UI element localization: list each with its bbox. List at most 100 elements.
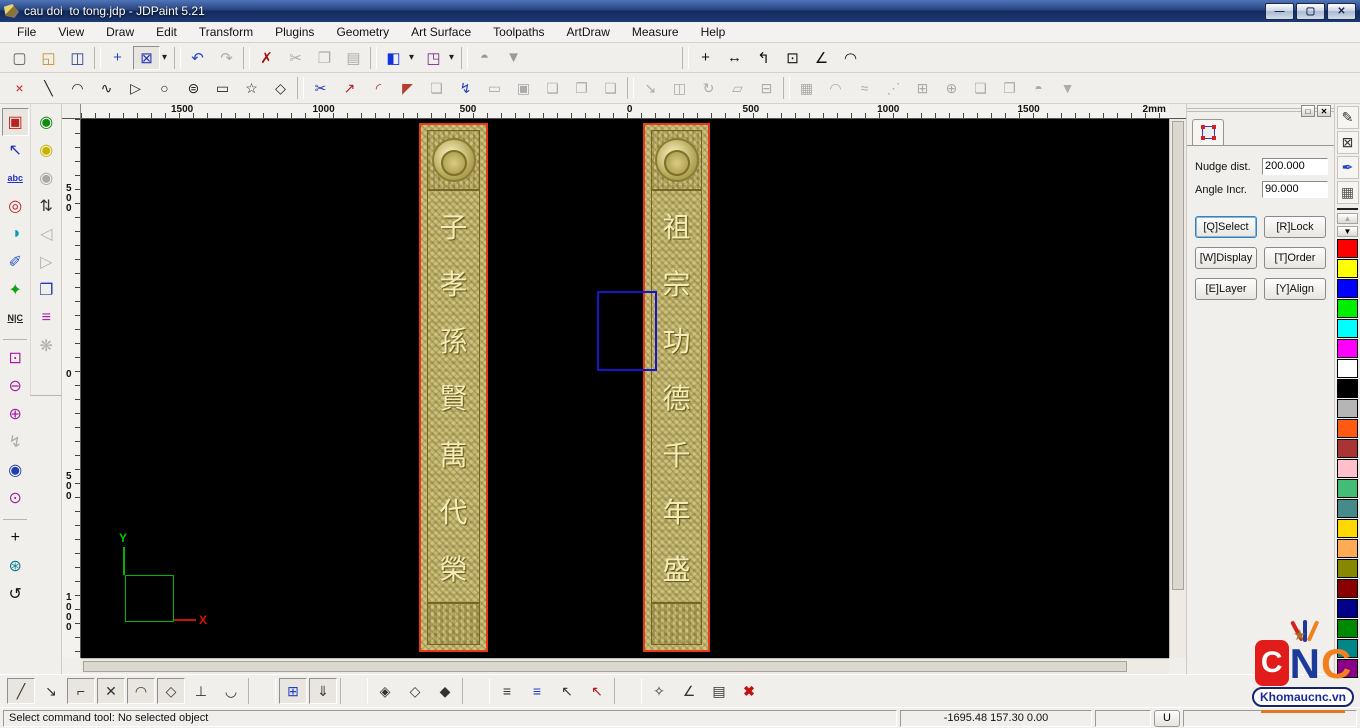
maximize-button[interactable]: ▢	[1296, 2, 1325, 20]
fill-select-icon[interactable]: ⊠	[1336, 131, 1359, 154]
color-swatch[interactable]	[1337, 519, 1358, 538]
pan-tool-icon[interactable]: +	[2, 524, 29, 552]
menu-artdraw[interactable]: ArtDraw	[556, 22, 621, 42]
color-swatch[interactable]	[1337, 239, 1358, 258]
color-swatch[interactable]	[1337, 559, 1358, 578]
mirror-copy-icon[interactable]: ◫	[666, 76, 693, 100]
move-copy-icon[interactable]: ↘	[637, 76, 664, 100]
menu-geometry[interactable]: Geometry	[325, 22, 400, 42]
couplet-banner-left[interactable]: 子孝孫賢萬代榮	[419, 123, 488, 652]
snap-corner-icon[interactable]: ⌐	[67, 678, 95, 704]
new-file-icon[interactable]: ▢	[6, 46, 33, 70]
menu-art-surface[interactable]: Art Surface	[400, 22, 482, 42]
current-color-swatch[interactable]	[1337, 208, 1358, 210]
snap-intersection-icon[interactable]: ✕	[97, 678, 125, 704]
color-swatch[interactable]	[1337, 539, 1358, 558]
snap-quadrant-icon[interactable]: ◇	[157, 678, 185, 704]
relief-body-icon[interactable]: ▼	[1054, 76, 1081, 100]
pen-color-icon[interactable]: ✎	[1336, 106, 1359, 129]
color-swatch[interactable]	[1337, 599, 1358, 618]
snap-tangent-icon[interactable]: ◡	[217, 678, 245, 704]
pick-box-icon[interactable]: ⊠	[133, 45, 160, 70]
selection-rectangle[interactable]	[597, 291, 657, 371]
slot-icon[interactable]: ▭	[481, 76, 508, 100]
palette-scroll-up[interactable]: ▲	[1337, 213, 1358, 224]
draw-spline-icon[interactable]: ∿	[93, 76, 120, 100]
snap-endpoint-icon[interactable]: ╱	[7, 678, 35, 704]
palette-scroll-down[interactable]: ▼	[1337, 226, 1358, 237]
snap-grid-icon[interactable]: ⊞	[279, 678, 307, 704]
save-file-icon[interactable]: ◫	[64, 46, 91, 70]
color-swatch[interactable]	[1337, 259, 1358, 278]
menu-measure[interactable]: Measure	[621, 22, 690, 42]
snap-perpendicular-icon[interactable]: ⊥	[187, 678, 215, 704]
relief-preview-icon[interactable]: ◓	[471, 46, 498, 70]
copy-place-icon[interactable]: ❐	[568, 76, 595, 100]
drawing-canvas[interactable]: 子孝孫賢萬代榮 祖宗功德千年盛 Y X	[81, 119, 1169, 658]
pick-add-icon[interactable]: ↖	[553, 678, 581, 704]
fill-tool-icon[interactable]: ◑	[2, 220, 29, 248]
rotate-copy-icon[interactable]: ↻	[695, 76, 722, 100]
zoom-in-tool-icon[interactable]: ⊕	[2, 400, 29, 428]
nudge-rotate-icon[interactable]: ∠	[675, 678, 703, 704]
draw-ellipse-icon[interactable]: ⊜	[180, 76, 207, 100]
delete-icon[interactable]: ✗	[253, 46, 280, 70]
relief-mask-icon[interactable]: ◓	[1025, 76, 1052, 100]
minimize-button[interactable]: —	[1265, 2, 1294, 20]
snap-arc-icon[interactable]: ◠	[127, 678, 155, 704]
spray-icon[interactable]: ❋	[33, 332, 60, 360]
fillet-icon[interactable]: ◜	[365, 76, 392, 100]
horizontal-scrollbar[interactable]	[81, 658, 1169, 674]
menu-view[interactable]: View	[47, 22, 95, 42]
vertical-scrollbar[interactable]	[1169, 119, 1186, 658]
group-icon[interactable]: ❏	[967, 76, 994, 100]
panel-maximize-button[interactable]: □	[1301, 105, 1315, 117]
select-tool-icon[interactable]: ▣	[1, 108, 29, 136]
knife-tool-icon[interactable]: ✐	[2, 248, 29, 276]
color-swatch[interactable]	[1337, 359, 1358, 378]
cut-icon[interactable]: ✂	[282, 46, 309, 70]
preview-tool-icon[interactable]: ◉	[2, 456, 29, 484]
measure-angle-icon[interactable]: ∠	[808, 46, 835, 70]
bend-icon[interactable]: ↯	[452, 76, 479, 100]
relief-shield-icon[interactable]: ▼	[500, 46, 527, 70]
nudge-dist-field[interactable]: 200.000	[1262, 158, 1328, 175]
color-swatch[interactable]	[1337, 439, 1358, 458]
render-view-icon[interactable]: ◳	[420, 46, 447, 70]
align-panel-button[interactable]: [Y]Align	[1264, 278, 1326, 300]
draw-polygon-icon[interactable]: ◇	[267, 76, 294, 100]
select-panel-button[interactable]: [Q]Select	[1195, 216, 1257, 238]
material-view-icon[interactable]: ◧	[380, 46, 407, 70]
menu-toolpaths[interactable]: Toolpaths	[482, 22, 555, 42]
snap-center-icon[interactable]: ◆	[431, 678, 459, 704]
extend-icon[interactable]: ↗	[336, 76, 363, 100]
measure-rect-icon[interactable]: ⊡	[779, 46, 806, 70]
color-swatch[interactable]	[1337, 339, 1358, 358]
close-button[interactable]: ✕	[1327, 2, 1356, 20]
array-path-icon[interactable]: ≈	[851, 76, 878, 100]
color-swatch[interactable]	[1337, 479, 1358, 498]
copy-icon[interactable]: ❐	[311, 46, 338, 70]
menu-edit[interactable]: Edit	[145, 22, 188, 42]
redo-icon[interactable]: ↷	[213, 46, 240, 70]
chamfer-icon[interactable]: ◤	[394, 76, 421, 100]
array-arc-icon[interactable]: ◠	[822, 76, 849, 100]
measure-distance-icon[interactable]: ↔	[721, 46, 748, 70]
ungroup-icon[interactable]: ❐	[996, 76, 1023, 100]
offset-icon[interactable]: ❏	[423, 76, 450, 100]
color-swatch[interactable]	[1337, 419, 1358, 438]
prev-state-icon[interactable]: ◁	[33, 220, 60, 248]
show-current-icon[interactable]: ◉	[33, 136, 60, 164]
zoom-out-tool-icon[interactable]: ⊖	[2, 372, 29, 400]
snap-midpoint-icon[interactable]: ◇	[401, 678, 429, 704]
flip-view-icon[interactable]: ❐	[33, 276, 60, 304]
text-tool-icon[interactable]: abc	[2, 164, 29, 192]
menu-help[interactable]: Help	[690, 22, 737, 42]
measure-point-icon[interactable]: +	[692, 46, 719, 70]
measure-path-icon[interactable]: ↰	[750, 46, 777, 70]
next-state-icon[interactable]: ▷	[33, 248, 60, 276]
render-dropdown-icon[interactable]: ▾	[445, 46, 458, 70]
tab-select-tool[interactable]	[1192, 119, 1224, 145]
align-base-icon[interactable]: ≡	[493, 678, 521, 704]
drill-tool-icon[interactable]: N|C	[2, 304, 29, 332]
